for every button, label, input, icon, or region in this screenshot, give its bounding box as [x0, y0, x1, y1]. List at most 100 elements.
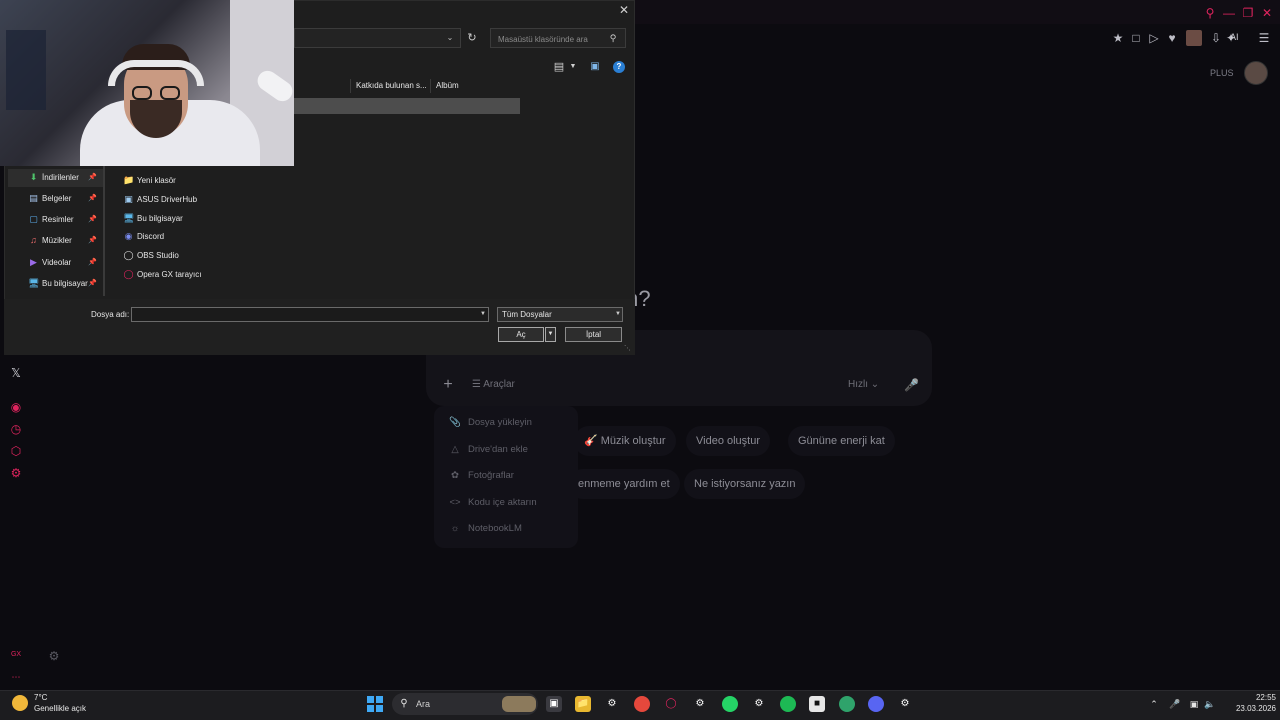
discord-icon[interactable]	[868, 696, 884, 712]
mic-icon[interactable]: 🎤	[904, 377, 919, 393]
steam-icon[interactable]: ⚙	[897, 696, 913, 712]
pin-icon[interactable]: 📌	[88, 169, 97, 187]
chevron-down-icon[interactable]: ⌄	[444, 31, 456, 45]
pin-icon[interactable]: 📌	[88, 190, 97, 208]
add-button[interactable]: +	[440, 376, 456, 394]
column-header-contributor[interactable]: Katkıda bulunan s...	[350, 79, 430, 93]
opera-gx-icon[interactable]: ◯	[663, 696, 679, 712]
preview-pane-icon[interactable]: ▣	[589, 60, 601, 74]
capcut-icon[interactable]: ■	[809, 696, 825, 712]
download-icon[interactable]: ⇩	[1208, 30, 1224, 46]
search-highlight-image[interactable]	[502, 696, 536, 712]
chip-music[interactable]: 🎸 Müzik oluştur	[574, 426, 676, 456]
file-item[interactable]: ◯ OBS Studio	[123, 247, 178, 265]
close-icon[interactable]: ✕	[1260, 6, 1274, 20]
file-explorer-icon[interactable]: 📁	[575, 696, 591, 712]
restore-icon[interactable]: ❐	[1241, 6, 1255, 20]
gear-icon[interactable]: ⚙	[46, 648, 62, 664]
nav-item-music[interactable]: ♫ Müzikler	[28, 232, 72, 250]
help-icon[interactable]: ?	[613, 61, 625, 73]
speed-selector[interactable]: Hızlı ⌄	[848, 376, 879, 394]
tools-button[interactable]: ☰ Araçlar	[472, 376, 515, 394]
chevron-up-icon[interactable]: ⌃	[1148, 697, 1160, 711]
mic-icon[interactable]: 🎤	[1169, 697, 1181, 711]
file-item[interactable]: ◯ Opera GX tarayıcı	[123, 266, 201, 284]
pin-icon[interactable]: ★	[1110, 30, 1126, 46]
clock-date[interactable]: 23.03.2026	[1226, 704, 1276, 713]
nav-item-pictures[interactable]: ▢ Resimler	[28, 211, 73, 229]
open-dropdown-button[interactable]: ▼	[545, 327, 556, 342]
search-icon[interactable]: ⚲	[607, 31, 619, 45]
resize-grip[interactable]: ⋱	[624, 345, 632, 353]
settings-icon[interactable]: ⚙	[8, 465, 24, 481]
browser-icon[interactable]	[839, 696, 855, 712]
settings-icon[interactable]: ⚙	[692, 696, 708, 712]
file-item[interactable]: 📁 Yeni klasör	[123, 172, 176, 190]
network-icon[interactable]: ▣	[1188, 697, 1200, 711]
gx-logo[interactable]: GX	[8, 647, 24, 663]
more-icon[interactable]: ⋯	[8, 669, 24, 685]
spotify-icon[interactable]	[780, 696, 796, 712]
address-bar[interactable]	[294, 28, 461, 48]
pin-icon[interactable]: 📌	[88, 232, 97, 250]
pin-icon[interactable]: 📌	[88, 211, 97, 229]
chevron-down-icon[interactable]: ▼	[478, 308, 488, 321]
extensions-icon[interactable]: ⬡	[8, 443, 24, 459]
avatar[interactable]	[1244, 61, 1268, 85]
whatsapp-icon[interactable]	[722, 696, 738, 712]
cancel-button[interactable]: İptal	[565, 327, 622, 342]
start-button[interactable]	[367, 696, 383, 712]
file-item[interactable]: ▣ ASUS DriverHub	[123, 191, 197, 209]
weather-icon[interactable]	[12, 695, 28, 711]
chevron-down-icon[interactable]: ▼	[613, 308, 623, 321]
snapshot-icon[interactable]: □	[1128, 30, 1144, 46]
pin-icon[interactable]: 📌	[88, 275, 97, 293]
nav-item-this-pc[interactable]: 🖥 Bu bilgisayar	[28, 275, 88, 293]
steering-icon[interactable]: ⚙	[604, 696, 620, 712]
x-twitter-icon[interactable]: 𝕏	[8, 365, 24, 381]
search-icon[interactable]: ⚲	[1203, 6, 1217, 20]
menu-item-upload[interactable]: 📎 Dosya yükleyin	[448, 414, 532, 432]
dialog-close-icon[interactable]: ✕	[617, 3, 631, 17]
steam-icon[interactable]: ⚙	[751, 696, 767, 712]
weather-desc[interactable]: Genellikle açık	[34, 704, 86, 713]
chip-energy[interactable]: Gününe enerji kat	[788, 426, 895, 456]
selected-row[interactable]	[294, 98, 520, 114]
heart-icon[interactable]: ♥	[1164, 30, 1180, 46]
chip-video[interactable]: Video oluştur	[686, 426, 771, 456]
scrollbar[interactable]	[103, 166, 105, 296]
open-button[interactable]: Aç	[498, 327, 544, 342]
ai-label[interactable]: AI	[1230, 32, 1239, 42]
play-icon[interactable]: ▷	[1146, 30, 1162, 46]
menu-item-drive[interactable]: △ Drive'dan ekle	[448, 441, 528, 459]
file-item[interactable]: ◉ Discord	[123, 228, 165, 246]
view-options-icon[interactable]: ▤	[552, 60, 566, 74]
menu-icon[interactable]: ☰	[1256, 30, 1272, 46]
chip-anything[interactable]: Ne istiyorsanız yazın	[684, 469, 806, 499]
search-input[interactable]	[496, 31, 610, 47]
profile-icon[interactable]	[1186, 30, 1202, 46]
clock-time[interactable]: 22:55	[1246, 693, 1276, 702]
filename-input[interactable]	[131, 307, 489, 322]
task-view-icon[interactable]: ▣	[546, 696, 562, 712]
minimize-icon[interactable]: —	[1222, 6, 1236, 20]
nav-item-downloads[interactable]: ⬇ İndirilenler	[28, 169, 79, 187]
nav-item-documents[interactable]: ▤ Belgeler	[28, 190, 71, 208]
chip-help[interactable]: enmeme yardım et	[568, 469, 680, 499]
weather-temp[interactable]: 7°C	[34, 693, 47, 702]
file-item[interactable]: 🖥 Bu bilgisayar	[123, 210, 183, 228]
chrome-icon[interactable]	[634, 696, 650, 712]
filetype-select[interactable]: Tüm Dosyalar	[497, 307, 623, 322]
menu-label: Kodu içe aktarın	[468, 497, 537, 508]
volume-icon[interactable]: 🔈	[1204, 697, 1216, 711]
history-icon[interactable]: ◷	[8, 421, 24, 437]
refresh-icon[interactable]: ↻	[465, 31, 479, 45]
menu-item-notebooklm[interactable]: ☼ NotebookLM	[448, 520, 522, 538]
pin-icon[interactable]: 📌	[88, 254, 97, 272]
menu-item-photos[interactable]: ✿ Fotoğraflar	[448, 467, 514, 485]
chevron-down-icon[interactable]: ▼	[568, 60, 578, 74]
column-header-album[interactable]: Albüm	[430, 79, 520, 93]
record-icon[interactable]: ◉	[8, 399, 24, 415]
menu-item-code[interactable]: <> Kodu içe aktarın	[448, 494, 537, 512]
nav-item-videos[interactable]: ▶ Videolar	[28, 254, 71, 272]
